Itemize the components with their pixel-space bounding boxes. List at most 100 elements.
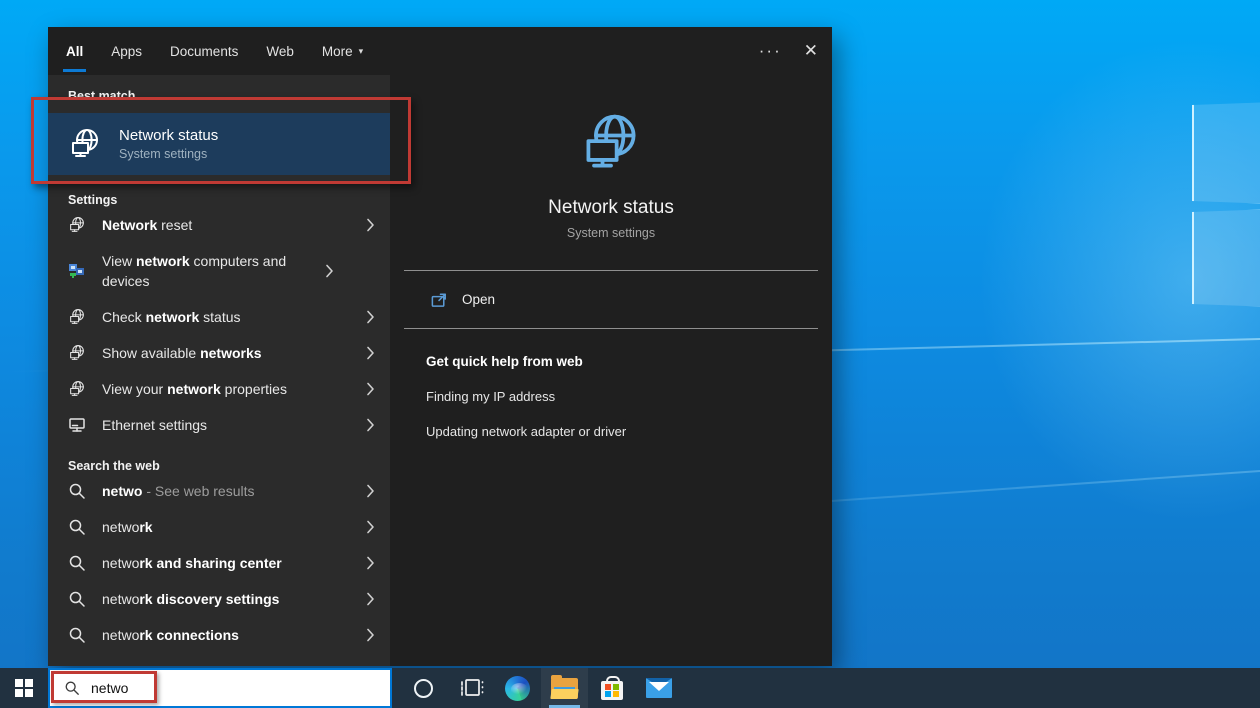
text-segment: rk	[139, 519, 153, 535]
result-label: View your network properties	[102, 379, 348, 399]
result-label: View network computers and devices	[102, 251, 307, 291]
task-view-button[interactable]	[447, 668, 494, 708]
result-web-network-discovery-settings[interactable]: network discovery settings	[48, 581, 390, 617]
help-link[interactable]: Updating network adapter or driver	[390, 424, 832, 439]
mail-icon	[645, 678, 672, 698]
edge-icon	[505, 675, 530, 701]
result-view-network-computers-and-devices[interactable]: View network computers and devices	[48, 243, 390, 299]
result-label: Network reset	[102, 215, 348, 235]
result-label: network connections	[102, 625, 348, 645]
tab-label: Documents	[170, 43, 239, 59]
section-label: Settings	[68, 193, 118, 207]
tab-all[interactable]: All	[63, 27, 87, 75]
help-link[interactable]: Finding my IP address	[390, 389, 832, 404]
text-segment: reset	[157, 217, 193, 233]
cortana-icon	[414, 678, 433, 698]
result-ethernet-settings[interactable]: Ethernet settings	[48, 407, 390, 443]
tab-documents[interactable]: Documents	[170, 27, 238, 75]
text-segment: View your	[102, 381, 168, 397]
text-segment: rk connections	[139, 627, 239, 643]
tab-apps[interactable]: Apps	[111, 27, 142, 75]
result-show-available-networks[interactable]: Show available networks	[48, 335, 390, 371]
result-label: network	[102, 517, 348, 537]
result-network-reset[interactable]: Network reset	[48, 207, 390, 243]
annotation-box-best-match	[31, 97, 411, 184]
chevron-down-icon: ▾	[358, 45, 364, 56]
microsoft-store-icon	[600, 675, 623, 700]
network-computers-icon	[68, 262, 86, 280]
text-segment: netwo	[102, 519, 140, 535]
preview-subtitle: System settings	[566, 226, 656, 240]
preview-panel: Network status System settings Open Get …	[390, 75, 832, 666]
result-view-your-network-properties[interactable]: View your network properties	[48, 371, 390, 407]
chevron-right-icon	[364, 484, 376, 498]
text-segment: status	[199, 309, 241, 325]
tab-web[interactable]: Web	[266, 27, 294, 75]
chevron-right-icon	[323, 264, 335, 278]
result-label: netwo - See web results	[102, 481, 348, 501]
text-segment: Ethernet settings	[102, 417, 208, 433]
windows-logo-pane-top	[1192, 102, 1260, 204]
search-icon	[68, 626, 86, 644]
chevron-right-icon	[364, 628, 376, 642]
tab-label: More	[321, 43, 353, 59]
chevron-right-icon	[364, 346, 376, 360]
task-view-icon	[458, 676, 484, 700]
chevron-right-icon	[364, 418, 376, 432]
tab-more[interactable]: More ▾	[322, 27, 363, 75]
open-label: Open	[462, 292, 496, 307]
more-options-button[interactable]: ···	[759, 42, 782, 59]
result-web-network[interactable]: network	[48, 509, 390, 545]
text-segment: netwo	[102, 483, 143, 499]
text-segment: netwo	[102, 555, 140, 571]
file-explorer-icon	[550, 674, 579, 699]
result-web-netwo-see-web-results[interactable]: netwo - See web results	[48, 473, 390, 509]
chevron-right-icon	[364, 592, 376, 606]
open-external-icon	[430, 290, 449, 309]
chevron-right-icon	[364, 556, 376, 570]
result-label: network and sharing center	[102, 553, 348, 573]
file-explorer-button[interactable]	[541, 668, 588, 708]
chevron-right-icon	[364, 382, 376, 396]
result-label: network discovery settings	[102, 589, 348, 609]
result-label: Ethernet settings	[102, 415, 348, 435]
section-label: Search the web	[68, 459, 160, 473]
quick-help-header: Get quick help from web	[426, 354, 583, 369]
result-label: Check network status	[102, 307, 348, 327]
text-segment: netwo	[102, 591, 140, 607]
text-segment: Check	[102, 309, 146, 325]
active-tab-underline	[63, 69, 87, 72]
network-globe-icon	[68, 216, 86, 234]
taskbar	[0, 668, 1260, 708]
text-segment: network	[145, 309, 200, 325]
chevron-right-icon	[364, 218, 376, 232]
chevron-right-icon	[364, 520, 376, 534]
cortana-button[interactable]	[400, 668, 447, 708]
chevron-right-icon	[364, 310, 376, 324]
windows-logo-icon	[15, 679, 33, 697]
tab-label: Web	[266, 43, 294, 59]
text-segment: - See web results	[142, 483, 255, 499]
mail-button[interactable]	[635, 668, 682, 708]
search-icon	[68, 554, 86, 572]
annotation-box-search-input	[51, 671, 157, 703]
close-icon[interactable]: ✕	[804, 41, 818, 61]
start-button[interactable]	[0, 668, 48, 708]
network-globe-icon	[579, 111, 643, 175]
result-label: Show available networks	[102, 343, 348, 363]
search-icon	[68, 482, 86, 500]
open-action[interactable]: Open	[390, 271, 832, 328]
search-tab-bar: All Apps Documents Web More ▾ ··· ✕	[48, 27, 832, 75]
text-segment: netwo	[102, 627, 140, 643]
text-segment: network	[135, 253, 190, 269]
search-icon	[68, 518, 86, 536]
result-check-network-status[interactable]: Check network status	[48, 299, 390, 335]
edge-button[interactable]	[494, 668, 541, 708]
network-globe-icon	[68, 308, 86, 326]
result-web-network-connections[interactable]: network connections	[48, 617, 390, 653]
text-segment: properties	[220, 381, 287, 397]
store-button[interactable]	[588, 668, 635, 708]
preview-title: Network status	[548, 197, 674, 218]
result-web-network-and-sharing-center[interactable]: network and sharing center	[48, 545, 390, 581]
network-globe-icon	[68, 380, 86, 398]
